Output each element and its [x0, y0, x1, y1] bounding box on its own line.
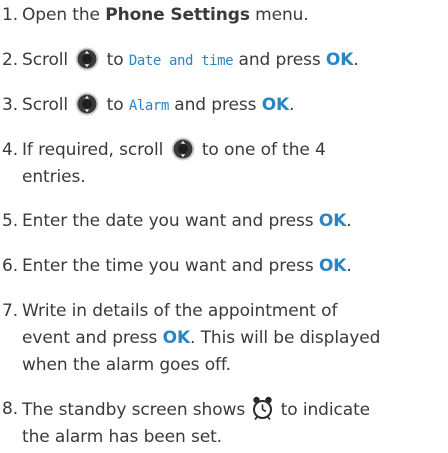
step-text-part: . This will be displayed — [190, 328, 381, 348]
navigation-key-icon — [171, 137, 195, 161]
phone-settings-label: Phone Settings — [105, 5, 250, 25]
step-text-part: . — [346, 211, 352, 231]
step-text-part: . — [353, 50, 359, 70]
step-text: Open the Phone Settings menu. — [22, 2, 448, 29]
step-text-part: If required, scroll — [22, 140, 164, 160]
step-text: The standby screen shows to indicate the … — [22, 396, 448, 451]
step-text-part: to one of the 4 — [201, 140, 326, 160]
step-text-part: to — [106, 50, 124, 70]
ok-label: OK — [325, 50, 354, 70]
step-text: Write in details of the appointment of ev… — [22, 298, 448, 379]
step-text-part: Scroll — [22, 50, 69, 70]
step-number: 6. — [2, 256, 19, 276]
step-text: Enter the time you want and press OK. — [22, 253, 448, 280]
ok-label: OK — [162, 328, 191, 348]
step-text: Scroll to Date and time and press OK. — [22, 47, 448, 75]
navigation-key-icon — [75, 92, 99, 116]
step-number: 5. — [2, 211, 19, 231]
step-text-part: Enter the date you want and press — [22, 211, 319, 231]
alarm-label: Alarm — [128, 98, 170, 114]
step-text-part: to — [106, 95, 124, 115]
instruction-list: 1. Open the Phone Settings menu. 2. Scro… — [0, 0, 448, 453]
step-text-part: The standby screen shows — [22, 400, 246, 420]
step-text-part: Write in details of the appointment of — [22, 301, 338, 321]
step-number: 3. — [2, 95, 19, 115]
step-text-part: and press — [174, 95, 257, 115]
step-text-part: . — [289, 95, 295, 115]
step-text-part: to indicate — [280, 400, 370, 420]
ok-label: OK — [261, 95, 290, 115]
step-text-part: Enter the time you want and press — [22, 256, 319, 276]
date-and-time-label: Date and time — [128, 53, 234, 69]
step-text-part: Scroll — [22, 95, 69, 115]
step-text-part: when the alarm goes off. — [22, 355, 231, 375]
step-text-part: menu. — [249, 5, 309, 25]
step-number: 2. — [2, 50, 19, 70]
step-text: If required, scroll to one of the 4 entri… — [22, 137, 448, 191]
step-text-part: event and press — [22, 328, 163, 348]
step-number: 7. — [2, 301, 19, 321]
navigation-key-icon — [75, 47, 99, 71]
step-number: 1. — [2, 5, 19, 25]
ok-label: OK — [318, 256, 347, 276]
alarm-clock-icon — [253, 396, 273, 420]
step-number: 4. — [2, 140, 19, 160]
step-text: Scroll to Alarm and press OK. — [22, 92, 448, 120]
step-text-part: . — [346, 256, 352, 276]
step-text-part: Open the — [22, 5, 106, 25]
step-text: Enter the date you want and press OK. — [22, 208, 448, 235]
step-text-part: and press — [238, 50, 321, 70]
step-text-part: entries. — [22, 167, 86, 187]
step-number: 8. — [2, 399, 19, 419]
step-text-part: the alarm has been set. — [22, 427, 222, 447]
ok-label: OK — [318, 211, 347, 231]
